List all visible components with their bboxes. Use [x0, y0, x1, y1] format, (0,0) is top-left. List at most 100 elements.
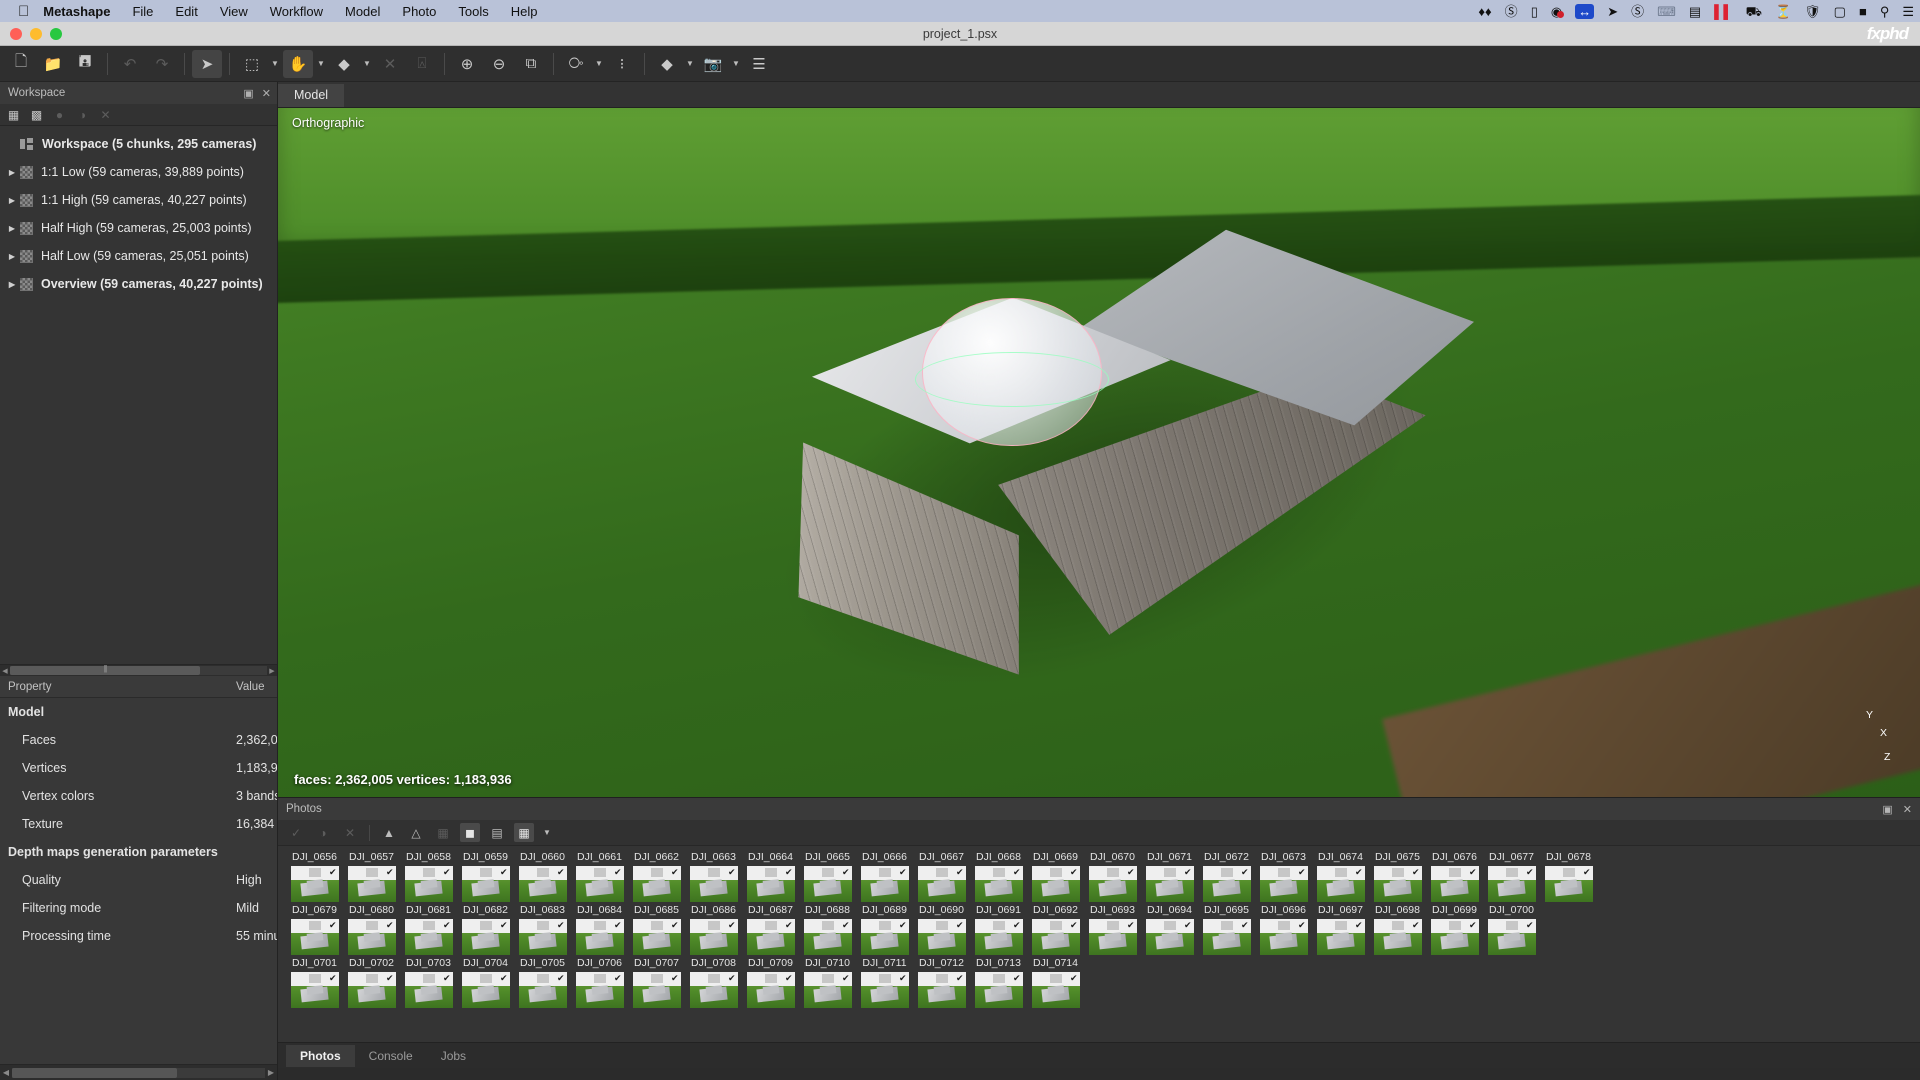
photo-thumbnail-image[interactable]: ✔ [632, 972, 681, 1008]
photo-thumbnail[interactable]: DJI_0700 ✔ [1483, 902, 1540, 955]
point-cloud-button[interactable]: ⧂ [561, 50, 591, 78]
photo-thumbnail[interactable]: DJI_0663 ✔ [685, 849, 742, 902]
airplay-icon[interactable]: ▢ [1834, 5, 1846, 18]
photo-thumbnail[interactable]: DJI_0701 ✔ [286, 955, 343, 1008]
reset-align-icon[interactable]: △ [406, 823, 426, 842]
tree-item-chunk-half-low[interactable]: ▶ Half Low (59 cameras, 25,051 points) [0, 242, 277, 270]
grammarly-icon[interactable]: Ⓢ [1505, 5, 1518, 18]
photo-thumbnail[interactable]: DJI_0685 ✔ [628, 902, 685, 955]
photo-thumbnail-image[interactable]: ✔ [917, 919, 966, 955]
add-photos-icon[interactable]: ▩ [28, 107, 45, 123]
undo-button[interactable]: ↶ [115, 50, 145, 78]
photo-thumbnail-image[interactable]: ✔ [290, 866, 339, 902]
tab-console[interactable]: Console [355, 1045, 427, 1067]
photos-thumbnail-grid[interactable]: DJI_0656 ✔ DJI_0657 ✔ DJI_0658 ✔ DJI_0659 ✔ DJI_… [278, 846, 1920, 1042]
menu-item-view[interactable]: View [220, 4, 248, 19]
photo-thumbnail-image[interactable]: ✔ [1487, 866, 1536, 902]
photo-thumbnail[interactable]: DJI_0682 ✔ [457, 902, 514, 955]
duplicate-icon[interactable]: ▤ [487, 823, 507, 842]
close-icon[interactable]: ✕ [262, 87, 271, 100]
tree-item-chunk-1-1-high[interactable]: ▶ 1:1 High (59 cameras, 40,227 points) [0, 186, 277, 214]
photo-thumbnail[interactable]: DJI_0708 ✔ [685, 955, 742, 1008]
chevron-down-icon[interactable]: ▼ [593, 59, 605, 68]
photo-thumbnail[interactable]: DJI_0667 ✔ [913, 849, 970, 902]
photo-thumbnail[interactable]: DJI_0705 ✔ [514, 955, 571, 1008]
photo-thumbnail[interactable]: DJI_0704 ✔ [457, 955, 514, 1008]
tab-photos[interactable]: Photos [286, 1044, 355, 1067]
photo-thumbnail[interactable]: DJI_0683 ✔ [514, 902, 571, 955]
scroll-thumb[interactable] [12, 1067, 177, 1078]
photo-thumbnail[interactable]: DJI_0694 ✔ [1141, 902, 1198, 955]
photo-thumbnail-image[interactable]: ✔ [1430, 919, 1479, 955]
chevron-down-icon[interactable]: ▼ [269, 59, 281, 68]
tab-model[interactable]: Model [278, 84, 345, 107]
photo-thumbnail-image[interactable]: ✔ [1259, 866, 1308, 902]
shuttle-icon[interactable]: ↔ [1575, 3, 1595, 19]
photo-thumbnail-image[interactable]: ✔ [689, 919, 738, 955]
photo-thumbnail[interactable]: DJI_0660 ✔ [514, 849, 571, 902]
photo-thumbnail[interactable]: DJI_0670 ✔ [1084, 849, 1141, 902]
photo-thumbnail-image[interactable]: ✔ [974, 866, 1023, 902]
photo-thumbnail-image[interactable]: ✔ [1316, 919, 1365, 955]
photo-thumbnail[interactable]: DJI_0687 ✔ [742, 902, 799, 955]
save-button[interactable]: 🖪 [70, 50, 100, 78]
photo-thumbnail[interactable]: DJI_0678 ✔ [1540, 849, 1597, 902]
photo-thumbnail-image[interactable]: ✔ [632, 919, 681, 955]
photo-thumbnail-image[interactable]: ✔ [1202, 919, 1251, 955]
scroll-track[interactable] [10, 666, 267, 675]
axis-gizmo[interactable]: Y X Z [1846, 709, 1900, 769]
photo-thumbnail[interactable]: DJI_0675 ✔ [1369, 849, 1426, 902]
photo-thumbnail-image[interactable]: ✔ [347, 866, 396, 902]
tree-item-chunk-1-1-low[interactable]: ▶ 1:1 Low (59 cameras, 39,889 points) [0, 158, 277, 186]
photo-thumbnail-image[interactable]: ✔ [347, 919, 396, 955]
photo-thumbnail-image[interactable]: ✔ [917, 866, 966, 902]
select-arrow-button[interactable]: ➤ [192, 49, 222, 78]
screen-icon[interactable]: ▯ [1531, 5, 1538, 18]
remove-camera-icon[interactable]: ✕ [340, 823, 360, 842]
photo-thumbnail-image[interactable]: ✔ [1145, 866, 1194, 902]
menu-item-file[interactable]: File [132, 4, 153, 19]
photo-thumbnail[interactable]: DJI_0665 ✔ [799, 849, 856, 902]
scroll-thumb[interactable] [10, 666, 200, 675]
enable-camera-icon[interactable]: ✓ [286, 823, 306, 842]
property-row-filtering-mode[interactable]: Filtering mode Mild [0, 894, 277, 922]
undock-icon[interactable]: ▣ [1882, 803, 1892, 816]
photo-thumbnail[interactable]: DJI_0661 ✔ [571, 849, 628, 902]
model-viewport[interactable]: Orthographic faces: 2,362,005 vertices: … [278, 108, 1920, 797]
reset-view-button[interactable]: ⧉ [516, 50, 546, 78]
menu-item-workflow[interactable]: Workflow [270, 4, 323, 19]
photo-thumbnail[interactable]: DJI_0657 ✔ [343, 849, 400, 902]
photo-thumbnail[interactable]: DJI_0672 ✔ [1198, 849, 1255, 902]
photo-thumbnail-image[interactable]: ✔ [1316, 866, 1365, 902]
photo-thumbnail-image[interactable]: ✔ [1031, 919, 1080, 955]
photo-thumbnail-image[interactable]: ✔ [1544, 866, 1593, 902]
camera-record-icon[interactable]: ◉ [1551, 5, 1565, 18]
photo-thumbnail-image[interactable]: ✔ [1145, 919, 1194, 955]
property-row-faces[interactable]: Faces 2,362,005 [0, 726, 277, 754]
photo-thumbnail-image[interactable]: ✔ [404, 866, 453, 902]
disable-camera-icon[interactable]: ◑ [313, 823, 333, 842]
photo-thumbnail-image[interactable]: ✔ [974, 972, 1023, 1008]
crop-selection-button[interactable]: ⍓ [407, 50, 437, 78]
scroll-left-arrow-icon[interactable]: ◀ [0, 1068, 12, 1077]
chevron-right-icon[interactable]: ▶ [4, 224, 20, 233]
chevron-down-icon[interactable]: ▼ [684, 59, 696, 68]
redo-button[interactable]: ↷ [147, 50, 177, 78]
property-row-model[interactable]: Model [0, 698, 277, 726]
photo-thumbnail[interactable]: DJI_0702 ✔ [343, 955, 400, 1008]
photo-thumbnail[interactable]: DJI_0711 ✔ [856, 955, 913, 1008]
photo-thumbnail[interactable]: DJI_0709 ✔ [742, 955, 799, 1008]
menu-item-photo[interactable]: Photo [402, 4, 436, 19]
photo-thumbnail[interactable]: DJI_0686 ✔ [685, 902, 742, 955]
photo-thumbnail[interactable]: DJI_0659 ✔ [457, 849, 514, 902]
photo-thumbnail-image[interactable]: ✔ [803, 919, 852, 955]
new-document-button[interactable]: 🗋 [6, 50, 36, 78]
property-row-quality[interactable]: Quality High [0, 866, 277, 894]
workspace-horizontal-scrollbar[interactable]: ◀ ▶ [0, 664, 277, 676]
close-icon[interactable]: ✕ [1903, 803, 1912, 816]
open-folder-button[interactable]: 📁 [38, 50, 68, 78]
photo-thumbnail[interactable]: DJI_0710 ✔ [799, 955, 856, 1008]
photo-thumbnail[interactable]: DJI_0669 ✔ [1027, 849, 1084, 902]
photo-thumbnail[interactable]: DJI_0668 ✔ [970, 849, 1027, 902]
property-row-depth-maps-group[interactable]: Depth maps generation parameters [0, 838, 277, 866]
